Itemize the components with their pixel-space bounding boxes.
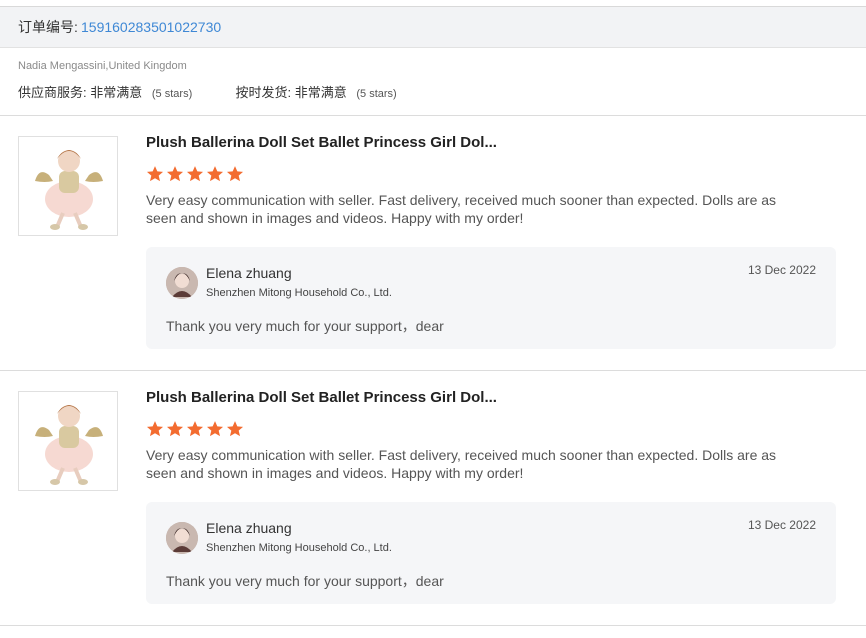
reply-text: Thank you very much for your support，dea… bbox=[166, 573, 444, 589]
review-comment: Very easy communication with seller. Fas… bbox=[146, 192, 777, 226]
order-header: 订单编号: 159160283501022730 bbox=[0, 7, 866, 48]
ballerina-doll-image bbox=[35, 150, 103, 230]
on-time-delivery-value: 非常满意 bbox=[294, 85, 347, 100]
seller-company: Shenzhen Mitong Household Co., Ltd. bbox=[206, 287, 392, 299]
star-icon bbox=[146, 166, 164, 182]
supplier-service-value: 非常满意 bbox=[90, 85, 143, 100]
review-item: Plush Ballerina Doll Set Ballet Princess… bbox=[0, 115, 866, 369]
on-time-delivery-stars: (5 stars) bbox=[356, 88, 397, 100]
on-time-delivery-label: 按时发货: bbox=[235, 85, 292, 100]
star-icon bbox=[206, 166, 224, 182]
reply-text: Thank you very much for your support，dea… bbox=[166, 318, 444, 334]
avatar bbox=[166, 267, 198, 299]
rating-stars bbox=[146, 165, 246, 183]
star-icon bbox=[226, 421, 244, 437]
review-divider bbox=[0, 625, 866, 626]
seller-reply: Elena zhuang Shenzhen Mitong Household C… bbox=[146, 502, 836, 604]
supplier-service-label: 供应商服务: bbox=[18, 85, 87, 100]
star-icon bbox=[186, 421, 204, 437]
star-icon bbox=[166, 166, 184, 182]
avatar bbox=[166, 522, 198, 554]
supplier-service-stars: (5 stars) bbox=[151, 88, 193, 100]
product-thumbnail[interactable] bbox=[18, 391, 118, 491]
star-icon bbox=[146, 421, 164, 437]
seller-name: Elena zhuang bbox=[206, 265, 292, 281]
review-comment: Very easy communication with seller. Fas… bbox=[146, 447, 777, 481]
reply-date: 13 Dec 2022 bbox=[747, 518, 816, 532]
star-icon bbox=[206, 421, 224, 437]
product-title-link[interactable]: Plush Ballerina Doll Set Ballet Princess… bbox=[146, 389, 497, 406]
store-ratings: 供应商服务: 非常满意 (5 stars) 按时发货: 非常满意 (5 star… bbox=[18, 82, 397, 101]
order-number-label: 订单编号: bbox=[18, 19, 78, 35]
seller-reply: Elena zhuang Shenzhen Mitong Household C… bbox=[146, 247, 836, 349]
star-icon bbox=[226, 166, 244, 182]
order-review-page: 订单编号: 159160283501022730 Nadia Mengassin… bbox=[0, 0, 866, 638]
star-icon bbox=[186, 166, 204, 182]
reply-date: 13 Dec 2022 bbox=[747, 263, 816, 277]
review-item: Plush Ballerina Doll Set Ballet Princess… bbox=[0, 370, 866, 624]
buyer-info: Nadia Mengassini,United Kingdom bbox=[18, 60, 187, 72]
star-icon bbox=[166, 421, 184, 437]
seller-company: Shenzhen Mitong Household Co., Ltd. bbox=[206, 542, 392, 554]
product-title-link[interactable]: Plush Ballerina Doll Set Ballet Princess… bbox=[146, 134, 497, 151]
ballerina-doll-image bbox=[35, 405, 103, 485]
seller-name: Elena zhuang bbox=[206, 520, 292, 536]
product-thumbnail[interactable] bbox=[18, 136, 118, 236]
order-number-link[interactable]: 159160283501022730 bbox=[81, 7, 221, 47]
rating-stars bbox=[146, 420, 246, 438]
